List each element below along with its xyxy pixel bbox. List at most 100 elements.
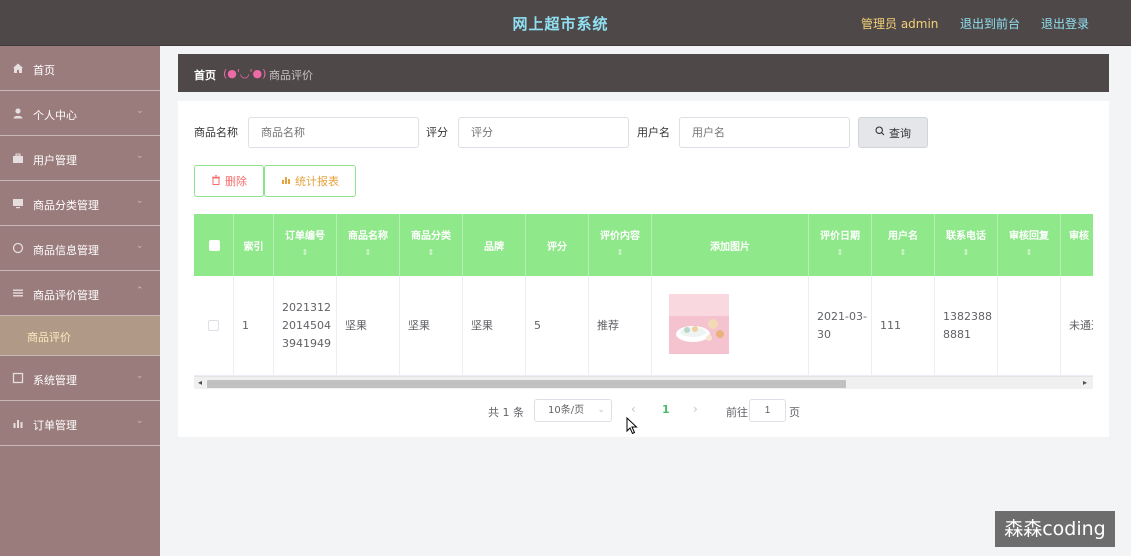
rating-input[interactable] (458, 117, 629, 148)
category-cell: 坚果 (400, 276, 463, 376)
column-header[interactable]: 品牌 (463, 214, 526, 276)
current-page-number[interactable]: 1 (662, 403, 670, 416)
row-checkbox[interactable] (208, 320, 219, 331)
column-header[interactable]: 订单编号 ⇕ (274, 214, 337, 276)
phone-cell: 13823888881 (935, 276, 998, 376)
home-icon (12, 62, 24, 74)
column-header[interactable]: 添加图片 (652, 214, 809, 276)
sort-icon[interactable]: ⇕ (400, 248, 462, 257)
column-header[interactable]: 用户名 ⇕ (872, 214, 935, 276)
sidebar-item-home[interactable]: 首页 (0, 46, 160, 91)
column-header[interactable]: 审核回复 ⇕ (998, 214, 1061, 276)
sort-icon[interactable]: ⇕ (589, 248, 651, 257)
breadcrumb-current: 商品评价 (269, 69, 313, 82)
goto-label: 前往 (726, 406, 748, 419)
scroll-left-icon[interactable]: ◂ (198, 378, 202, 387)
admin-label: 管理员 admin (861, 17, 939, 31)
sort-icon[interactable]: ⇕ (935, 248, 997, 257)
goto-page-input[interactable] (749, 399, 786, 422)
breadcrumb: 首页 (●'◡'●) 商品评价 (178, 54, 1109, 92)
sidebar-item-label: 系统管理 (33, 374, 77, 387)
sort-icon[interactable]: ⇕ (274, 248, 336, 257)
breadcrumb-home[interactable]: 首页 (194, 67, 216, 83)
next-page-icon[interactable]: › (693, 402, 698, 416)
search-icon (875, 126, 885, 139)
chevron-down-icon: ⌄ (136, 151, 144, 161)
username-label: 用户名 (637, 126, 670, 139)
sort-icon[interactable]: ⇕ (872, 248, 934, 257)
square-icon (12, 372, 24, 384)
reply-cell (998, 276, 1061, 376)
query-button[interactable]: 查询 (858, 117, 928, 148)
column-header: 索引 (234, 214, 274, 276)
list-icon (12, 287, 24, 299)
sidebar-item-personal-center[interactable]: 个人中心 ⌄ (0, 91, 160, 136)
column-header[interactable]: 评价日期 ⇕ (809, 214, 872, 276)
delete-button[interactable]: 删除 (194, 165, 264, 197)
circle-icon (12, 242, 24, 254)
total-count: 共 1 条 (488, 406, 524, 419)
audit-cell: 未通过 (1061, 276, 1093, 376)
chevron-down-icon: ⌄ (597, 405, 605, 415)
content-cell: 推荐 (589, 276, 652, 376)
sidebar-item-label: 商品分类管理 (33, 199, 99, 212)
app-title: 网上超市系统 (512, 15, 609, 33)
sidebar-item-review-management[interactable]: 商品评价管理 ⌃ (0, 271, 160, 316)
column-header[interactable]: 商品名称 ⇕ (337, 214, 400, 276)
exit-to-front-link[interactable]: 退出到前台 (960, 15, 1020, 32)
sidebar-subitem-product-review[interactable]: 商品评价 (0, 316, 160, 356)
review-image[interactable] (669, 294, 729, 354)
sort-icon[interactable]: ⇕ (337, 248, 399, 257)
chevron-down-icon: ⌄ (136, 371, 144, 381)
product-name-input[interactable] (248, 117, 419, 148)
rating-label: 评分 (426, 126, 448, 139)
image-cell (652, 276, 809, 376)
sidebar-item-order-management[interactable]: 订单管理 ⌄ (0, 401, 160, 446)
chevron-up-icon: ⌃ (136, 286, 144, 296)
column-header[interactable]: 联系电话 ⇕ (935, 214, 998, 276)
prev-page-icon[interactable]: ‹ (631, 402, 636, 416)
sidebar: 首页 个人中心 ⌄ 用户管理 ⌄ 商品分类管理 ⌄ 商品信息管理 ⌄ 商品评价管… (0, 46, 160, 556)
username-input[interactable] (679, 117, 850, 148)
sidebar-item-category-management[interactable]: 商品分类管理 ⌄ (0, 181, 160, 226)
bar-chart-icon (12, 417, 24, 429)
column-header[interactable]: 商品分类 ⇕ (400, 214, 463, 276)
sidebar-item-product-management[interactable]: 商品信息管理 ⌄ (0, 226, 160, 271)
watermark: 森森coding (995, 511, 1115, 547)
table-header: 索引 订单编号 ⇕ 商品名称 ⇕ 商品分类 ⇕ 品牌 评分 评价内容 ⇕ 添加图… (194, 214, 1093, 276)
user-icon (12, 107, 24, 119)
review-table: 索引 订单编号 ⇕ 商品名称 ⇕ 商品分类 ⇕ 品牌 评分 评价内容 ⇕ 添加图… (194, 214, 1093, 389)
horizontal-scrollbar[interactable]: ◂ ▸ (194, 376, 1093, 389)
trash-icon (211, 174, 221, 188)
sort-icon[interactable]: ⇕ (809, 248, 871, 257)
delete-button-label: 删除 (225, 175, 247, 188)
rating-cell: 5 (526, 276, 589, 376)
index-cell: 1 (234, 276, 274, 376)
brand-cell: 坚果 (463, 276, 526, 376)
scroll-right-icon[interactable]: ▸ (1083, 378, 1087, 387)
date-cell: 2021-03-30 (809, 276, 872, 376)
sidebar-item-system-management[interactable]: 系统管理 ⌄ (0, 356, 160, 401)
sidebar-item-user-management[interactable]: 用户管理 ⌄ (0, 136, 160, 181)
column-header[interactable]: 审核 (1061, 214, 1093, 276)
monitor-icon (12, 197, 24, 209)
select-all-cell (194, 214, 234, 276)
select-all-checkbox[interactable] (209, 240, 220, 251)
sidebar-item-label: 商品信息管理 (33, 244, 99, 257)
product-name-cell: 坚果 (337, 276, 400, 376)
order-number-cell: 202131220145043941949 (274, 276, 337, 376)
column-header[interactable]: 评分 (526, 214, 589, 276)
stats-report-button[interactable]: 统计报表 (264, 165, 356, 197)
sidebar-item-label: 商品评价管理 (33, 289, 99, 302)
page-size-select[interactable]: 10条/页 ⌄ (534, 399, 612, 422)
logout-link[interactable]: 退出登录 (1041, 15, 1089, 32)
sidebar-item-label: 订单管理 (33, 419, 77, 432)
sidebar-subitem-label: 商品评价 (27, 331, 71, 344)
chevron-down-icon: ⌄ (136, 196, 144, 206)
row-select-cell (194, 276, 234, 376)
chevron-down-icon: ⌄ (136, 106, 144, 116)
column-header[interactable]: 评价内容 ⇕ (589, 214, 652, 276)
scrollbar-thumb[interactable] (207, 380, 846, 388)
sidebar-item-label: 首页 (33, 64, 55, 77)
sort-icon[interactable]: ⇕ (998, 248, 1060, 257)
